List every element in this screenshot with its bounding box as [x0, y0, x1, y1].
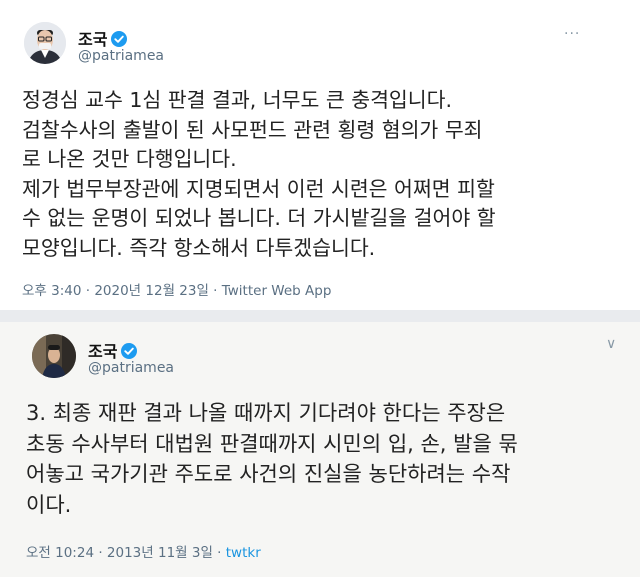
verified-badge-icon	[111, 31, 128, 47]
tweet-card-1: 조국 @patriamea ··· 정경심 교수 1심 판결 결과, 너무도 큰…	[0, 0, 640, 310]
author-handle[interactable]: @patriamea	[88, 360, 174, 376]
author-handle[interactable]: @patriamea	[78, 48, 164, 64]
tweet-timestamp[interactable]: 오전 10:24 · 2013년 11월 3일 · twtkr	[26, 541, 261, 561]
avatar[interactable]	[24, 22, 66, 64]
chevron-down-icon[interactable]: ∨	[606, 336, 617, 352]
tweet-divider	[0, 310, 640, 322]
avatar[interactable]	[32, 334, 76, 378]
verified-badge-icon	[121, 343, 138, 359]
tweet-text: 정경심 교수 1심 판결 결과, 너무도 큰 충격입니다. 검찰수사의 출발이 …	[22, 88, 496, 260]
author-name[interactable]: 조국	[78, 26, 128, 50]
source-link[interactable]: twtkr	[226, 545, 261, 561]
tweet-timestamp[interactable]: 오후 3:40 · 2020년 12월 23일 · Twitter Web Ap…	[22, 279, 331, 299]
tweet-text: 3. 최종 재판 결과 나올 때까지 기다려야 한다는 주장은 초동 수사부터 …	[26, 401, 518, 517]
more-options-icon[interactable]: ···	[564, 26, 580, 42]
author-name[interactable]: 조국	[88, 338, 138, 362]
